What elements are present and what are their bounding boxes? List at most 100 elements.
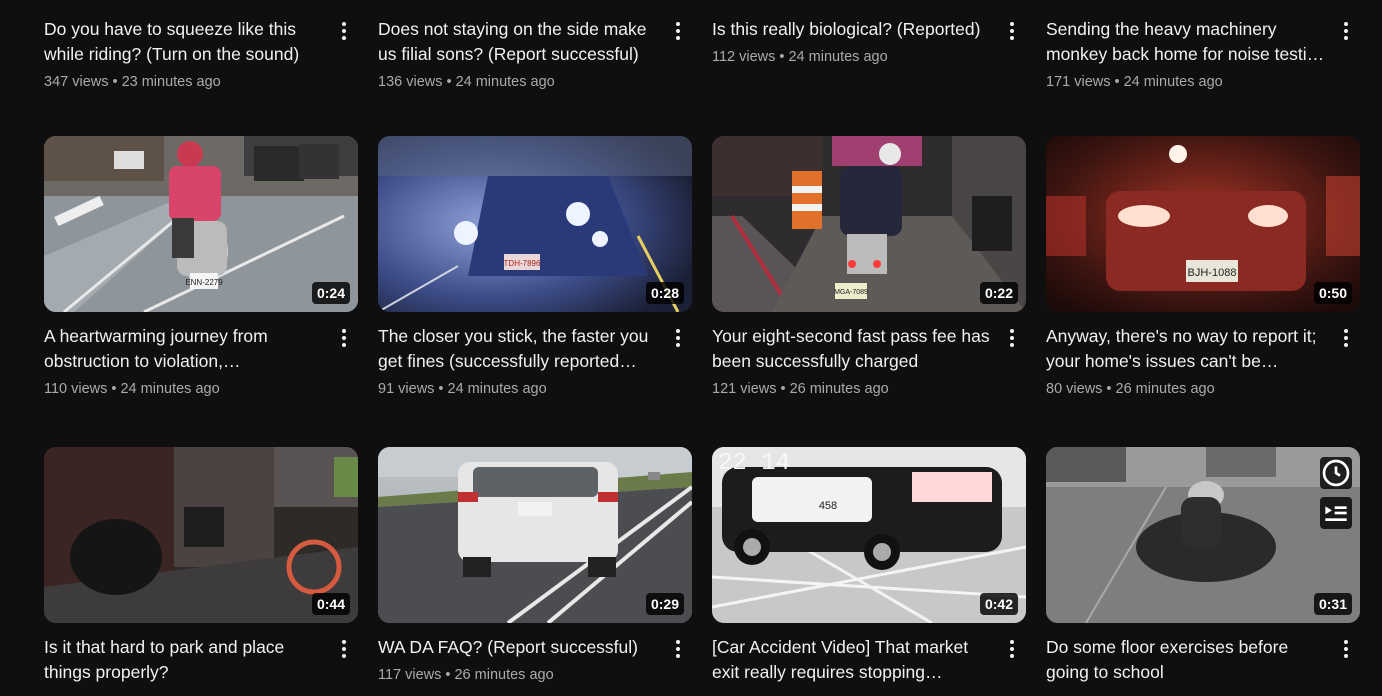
video-stats: 347 views • 23 minutes ago	[44, 72, 324, 92]
video-meta: The closer you stick, the faster you get…	[378, 324, 692, 399]
video-meta: Does not staying on the side make us fil…	[378, 17, 692, 92]
watch-later-button[interactable]	[1320, 457, 1352, 489]
video-thumbnail[interactable]: TDH-7896 0:28	[378, 136, 692, 312]
video-thumbnail[interactable]: BJH-1088 0:50	[1046, 136, 1360, 312]
video-card[interactable]: 0:31 Do some floor exercises before goin…	[1046, 447, 1360, 685]
video-meta: [Car Accident Video] That market exit re…	[712, 635, 1026, 685]
video-meta: Do some floor exercises before going to …	[1046, 635, 1360, 685]
video-card[interactable]: 458 22 14 0:42 [Car Accident Video] That…	[712, 447, 1026, 685]
upload-age: 24 minutes ago	[1123, 74, 1223, 90]
video-meta: Do you have to squeeze like this while r…	[44, 17, 358, 92]
license-plate-text: BJH-1088	[1188, 267, 1237, 279]
video-card[interactable]: Sending the heavy machinery monkey back …	[1046, 0, 1360, 92]
video-title[interactable]: WA DA FAQ? (Report successful)	[378, 635, 658, 660]
view-count: 112 views	[712, 49, 776, 65]
video-meta: A heartwarming journey from obstruction …	[44, 324, 358, 399]
upload-age: 26 minutes ago	[454, 667, 554, 683]
video-title[interactable]: Your eight-second fast pass fee has been…	[712, 324, 992, 374]
separator: •	[445, 667, 451, 683]
video-duration: 0:29	[645, 593, 684, 615]
more-vert-icon[interactable]	[666, 19, 690, 43]
more-vert-icon[interactable]	[666, 326, 690, 350]
video-duration: 0:42	[979, 593, 1018, 615]
clock-icon	[1322, 459, 1350, 487]
separator: •	[112, 74, 118, 90]
view-count: 117 views	[378, 667, 442, 683]
add-to-queue-button[interactable]	[1320, 497, 1352, 529]
video-title[interactable]: The closer you stick, the faster you get…	[378, 324, 658, 374]
more-vert-icon[interactable]	[1334, 637, 1358, 661]
video-thumbnail[interactable]: 0:29	[378, 447, 692, 623]
video-meta: Is it that hard to park and place things…	[44, 635, 358, 685]
video-thumbnail[interactable]: 0:31	[1046, 447, 1360, 623]
separator: •	[780, 381, 786, 397]
video-stats: 121 views • 26 minutes ago	[712, 379, 992, 399]
video-thumbnail[interactable]: 458 22 14 0:42	[712, 447, 1026, 623]
more-vert-icon[interactable]	[1334, 19, 1358, 43]
video-grid: Do you have to squeeze like this while r…	[0, 0, 1382, 696]
separator: •	[779, 49, 785, 65]
thumbnail-image-fallen-rider	[1046, 447, 1360, 623]
thumbnail-image-parked-scooter	[44, 447, 358, 623]
license-plate-text: MGA-7089	[834, 289, 868, 296]
more-vert-icon[interactable]	[666, 637, 690, 661]
view-count: 136 views	[378, 74, 443, 90]
video-duration: 0:28	[645, 282, 684, 304]
car-number-text: 458	[819, 500, 837, 512]
more-vert-icon[interactable]	[1000, 326, 1024, 350]
video-duration: 0:31	[1313, 593, 1352, 615]
separator: •	[111, 381, 117, 397]
more-vert-icon[interactable]	[332, 637, 356, 661]
more-vert-icon[interactable]	[1000, 637, 1024, 661]
video-meta: Anyway, there's no way to report it; you…	[1046, 324, 1360, 399]
video-card[interactable]: Do you have to squeeze like this while r…	[44, 0, 358, 92]
video-meta: Your eight-second fast pass fee has been…	[712, 324, 1026, 399]
upload-age: 26 minutes ago	[789, 381, 889, 397]
separator: •	[446, 74, 452, 90]
video-title[interactable]: [Car Accident Video] That market exit re…	[712, 635, 992, 685]
video-duration: 0:22	[979, 282, 1018, 304]
video-stats: 110 views • 24 minutes ago	[44, 379, 324, 399]
video-stats: 171 views • 24 minutes ago	[1046, 72, 1326, 92]
video-title[interactable]: Does not staying on the side make us fil…	[378, 17, 658, 67]
video-card[interactable]: Is this really biological? (Reported) 11…	[712, 0, 1026, 67]
video-title[interactable]: Do some floor exercises before going to …	[1046, 635, 1326, 685]
upload-age: 24 minutes ago	[120, 381, 220, 397]
video-duration: 0:44	[311, 593, 350, 615]
video-meta: Is this really biological? (Reported) 11…	[712, 17, 1026, 67]
video-card[interactable]: 0:29 WA DA FAQ? (Report successful) 117 …	[378, 447, 692, 685]
more-vert-icon[interactable]	[332, 19, 356, 43]
more-vert-icon[interactable]	[332, 326, 356, 350]
thumbnail-image-tail-lights: BJH-1088	[1046, 136, 1360, 312]
view-count: 91 views	[378, 381, 435, 397]
video-thumbnail[interactable]: 0:44	[44, 447, 358, 623]
video-meta: Sending the heavy machinery monkey back …	[1046, 17, 1360, 92]
video-card[interactable]: 0:44 Is it that hard to park and place t…	[44, 447, 358, 685]
video-card[interactable]: TDH-7896 0:28 The closer you stick, the …	[378, 136, 692, 399]
license-plate-text: ENN-2279	[185, 278, 223, 287]
upload-age: 24 minutes ago	[455, 74, 555, 90]
video-stats: 80 views • 26 minutes ago	[1046, 379, 1326, 399]
video-title[interactable]: Is this really biological? (Reported)	[712, 17, 992, 42]
more-vert-icon[interactable]	[1334, 326, 1358, 350]
view-count: 171 views	[1046, 74, 1111, 90]
video-title[interactable]: Anyway, there's no way to report it; you…	[1046, 324, 1326, 374]
video-card[interactable]: BJH-1088 0:50 Anyway, there's no way to …	[1046, 136, 1360, 399]
video-card[interactable]: MGA-7089 0:22 Your eight-second fast pas…	[712, 136, 1026, 399]
video-title[interactable]: Is it that hard to park and place things…	[44, 635, 324, 685]
video-thumbnail[interactable]: MGA-7089 0:22	[712, 136, 1026, 312]
video-card[interactable]: Does not staying on the side make us fil…	[378, 0, 692, 92]
video-title[interactable]: Do you have to squeeze like this while r…	[44, 17, 324, 67]
separator: •	[1106, 381, 1112, 397]
video-card[interactable]: ENN-2279 0:24 A heartwarming journey fro…	[44, 136, 358, 399]
video-stats: 112 views • 24 minutes ago	[712, 47, 992, 67]
view-count: 347 views	[44, 74, 109, 90]
video-thumbnail[interactable]: ENN-2279 0:24	[44, 136, 358, 312]
video-title[interactable]: Sending the heavy machinery monkey back …	[1046, 17, 1326, 67]
upload-age: 23 minutes ago	[121, 74, 221, 90]
view-count: 80 views	[1046, 381, 1103, 397]
more-vert-icon[interactable]	[1000, 19, 1024, 43]
video-duration: 0:24	[311, 282, 350, 304]
timestamp-overlay: 22 14	[718, 450, 790, 477]
video-title[interactable]: A heartwarming journey from obstruction …	[44, 324, 324, 374]
